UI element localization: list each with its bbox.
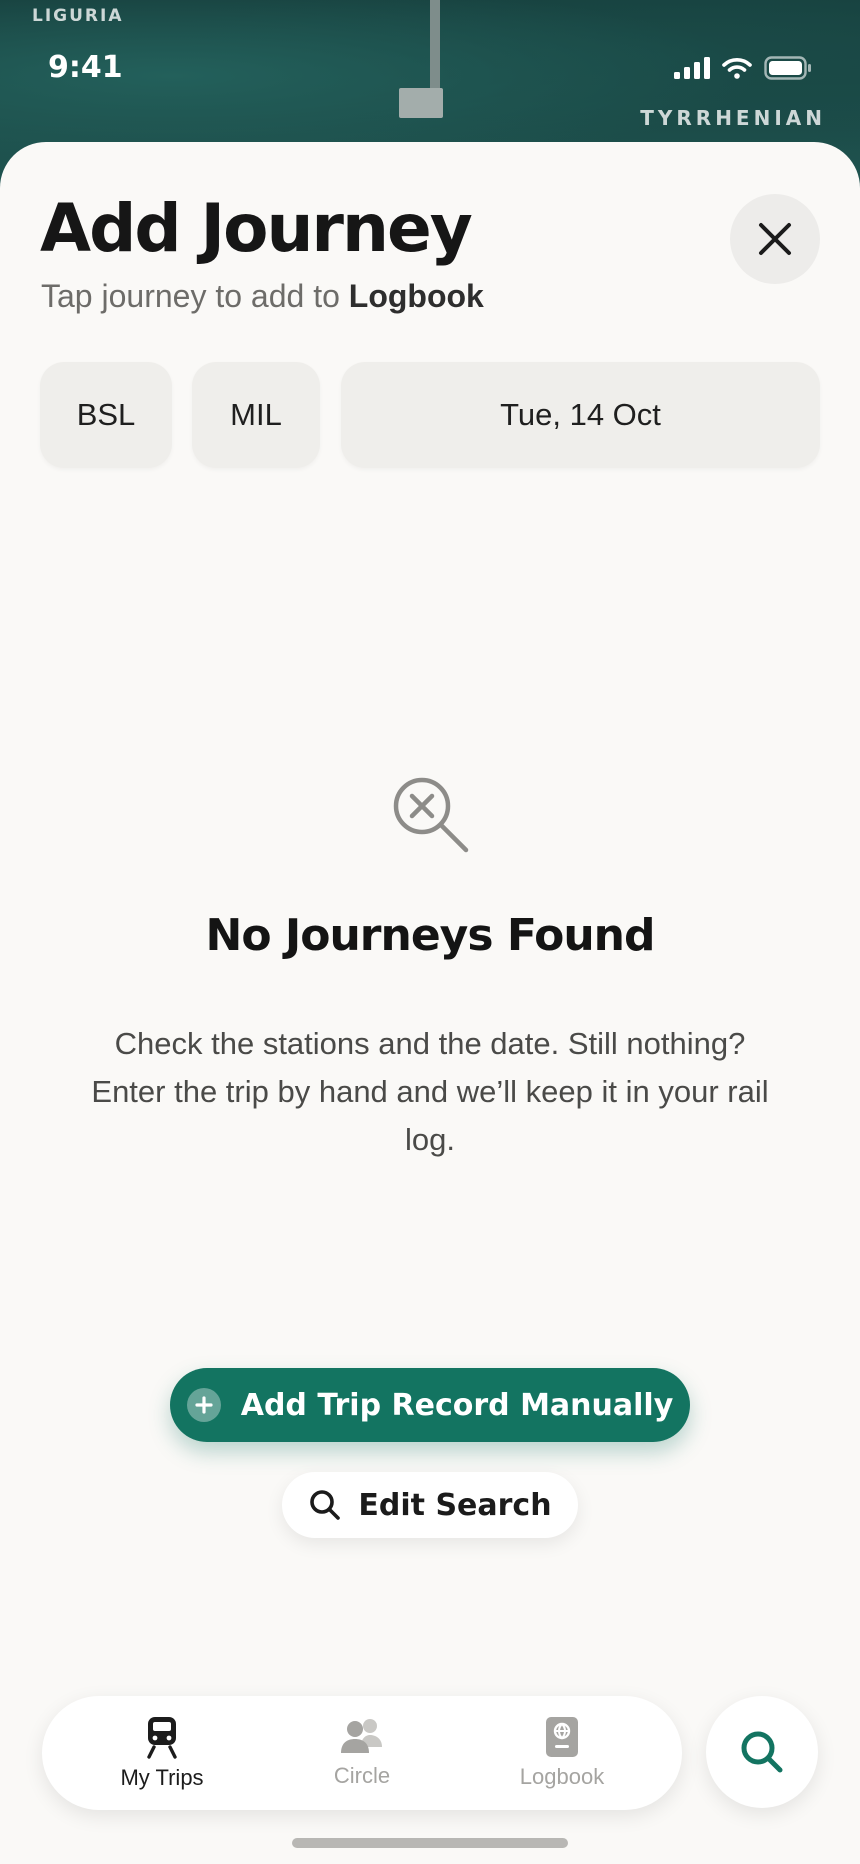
tab-my-trips[interactable]: My Trips [62, 1696, 262, 1810]
sheet-title: Add Journey [40, 190, 473, 267]
map-label-liguria: LIGURIA [32, 6, 124, 26]
empty-state-title: No Journeys Found [205, 910, 656, 961]
search-fab[interactable] [706, 1696, 818, 1808]
tab-logbook[interactable]: Logbook [462, 1696, 662, 1810]
home-indicator [292, 1838, 568, 1848]
status-icons [674, 56, 812, 80]
add-journey-sheet: Add Journey Tap journey to add to Logboo… [0, 142, 860, 1864]
tab-label: Circle [333, 1763, 391, 1788]
empty-state-message: Check the stations and the date. Still n… [91, 1026, 769, 1157]
edit-search-button[interactable]: Edit Search [282, 1472, 578, 1538]
tab-circle[interactable]: Circle [262, 1696, 462, 1810]
tab-label: My Trips [120, 1765, 204, 1790]
train-icon [147, 1717, 177, 1759]
date-chip[interactable]: Tue, 14 Oct [341, 362, 820, 468]
from-station-chip[interactable]: BSL [40, 362, 172, 468]
add-trip-manually-label: Add Trip Record Manually [240, 1387, 674, 1423]
sheet-subtitle-prefix: Tap journey to add to [41, 278, 349, 314]
sheet-subtitle: Tap journey to add to Logbook [41, 278, 484, 315]
map-pier-head [399, 88, 443, 118]
map-pier [430, 0, 440, 95]
to-station-chip[interactable]: MIL [192, 362, 320, 468]
add-trip-manually-button[interactable]: Add Trip Record Manually [170, 1368, 690, 1442]
logbook-icon [546, 1717, 578, 1757]
status-time: 9:41 [48, 50, 123, 85]
close-icon [759, 223, 791, 255]
edit-search-label: Edit Search [358, 1487, 552, 1523]
tab-label: Logbook [519, 1764, 605, 1789]
close-button[interactable] [730, 194, 820, 284]
sheet-subtitle-logbook: Logbook [348, 278, 484, 314]
search-no-results-icon [393, 777, 469, 853]
search-parameters: BSL MIL Tue, 14 Oct [40, 362, 820, 468]
search-icon [310, 1490, 341, 1520]
people-icon [341, 1719, 382, 1753]
battery-icon [764, 56, 811, 80]
tab-bar: My Trips Circle Logbook [42, 1696, 682, 1810]
wifi-icon [722, 58, 752, 79]
cellular-signal-icon [674, 57, 710, 79]
plus-icon [186, 1388, 221, 1422]
map-label-tyrrhenian: TYRRHENIAN [640, 106, 826, 130]
search-icon [741, 1731, 783, 1773]
